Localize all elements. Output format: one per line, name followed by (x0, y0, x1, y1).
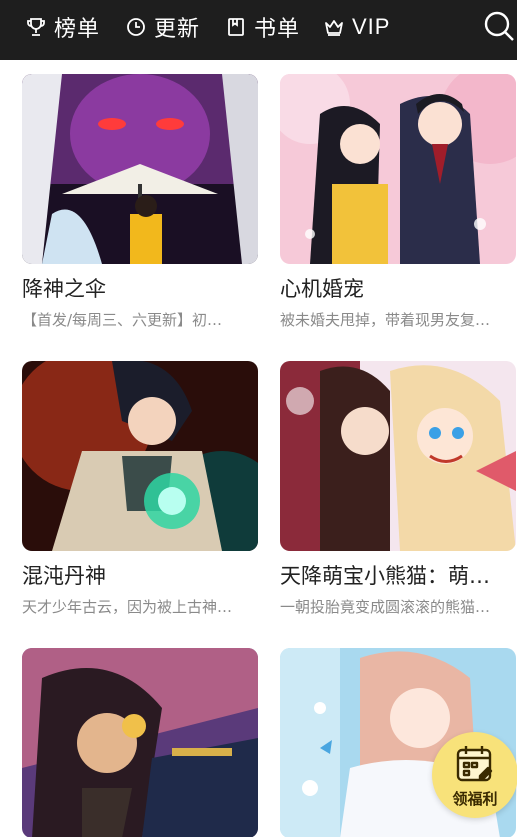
nav-tab-vip[interactable]: VIP (322, 0, 390, 54)
comic-description: 天才少年古云，因为被上古神… (22, 598, 233, 616)
comic-cover[interactable] (22, 74, 258, 264)
search-icon (481, 11, 517, 48)
comic-description: 【首发/每周三、六更新】初… (22, 311, 223, 329)
comic-description: 被未婚夫甩掉，带着现男友复… (280, 311, 491, 329)
comic-card[interactable] (22, 648, 258, 837)
nav-tab-label: 书单 (254, 17, 301, 42)
clock-icon (124, 15, 148, 39)
nav-tab-label: 榜单 (54, 17, 101, 42)
comic-card[interactable]: 降神之伞 【首发/每周三、六更新】初… (22, 74, 258, 330)
welfare-label: 领福利 (452, 790, 498, 808)
nav-tab-booklist[interactable]: 书单 (224, 0, 300, 54)
bookmark-icon (224, 15, 248, 39)
welfare-button[interactable]: 领福利 (432, 732, 517, 818)
comic-card[interactable]: 心机婚宠 被未婚夫甩掉，带着现男友复… (280, 74, 516, 330)
nav-tab-label: 更新 (154, 17, 201, 42)
comic-title[interactable]: 混沌丹神 (22, 563, 258, 589)
trophy-icon (24, 15, 48, 39)
comic-title[interactable]: 降神之伞 (22, 276, 258, 302)
comic-cover[interactable] (280, 361, 516, 551)
comic-card[interactable]: 混沌丹神 天才少年古云，因为被上古神… (22, 361, 258, 617)
comic-cover[interactable] (22, 648, 258, 837)
comic-cover[interactable] (280, 74, 516, 264)
comic-grid: 降神之伞 【首发/每周三、六更新】初… 心机婚宠 被未婚夫甩掉，带着现男友复… (0, 60, 517, 837)
comic-title[interactable]: 心机婚宠 (280, 276, 516, 302)
comic-title[interactable]: 天降萌宝小熊猫：萌… (280, 563, 516, 589)
calendar-icon (454, 742, 498, 790)
comic-card[interactable]: 天降萌宝小熊猫：萌… 一朝投胎竟变成圆滚滚的熊猫… (280, 361, 516, 617)
nav-tab-ranking[interactable]: 榜单 (24, 0, 100, 54)
comic-description: 一朝投胎竟变成圆滚滚的熊猫… (280, 598, 491, 616)
comic-cover[interactable] (22, 361, 258, 551)
nav-tab-updates[interactable]: 更新 (124, 0, 200, 54)
top-nav-bar: 榜单 更新 书单 VIP (0, 0, 517, 60)
nav-tab-label: VIP (352, 14, 391, 39)
search-button[interactable] (481, 8, 517, 44)
crown-icon (322, 15, 346, 39)
